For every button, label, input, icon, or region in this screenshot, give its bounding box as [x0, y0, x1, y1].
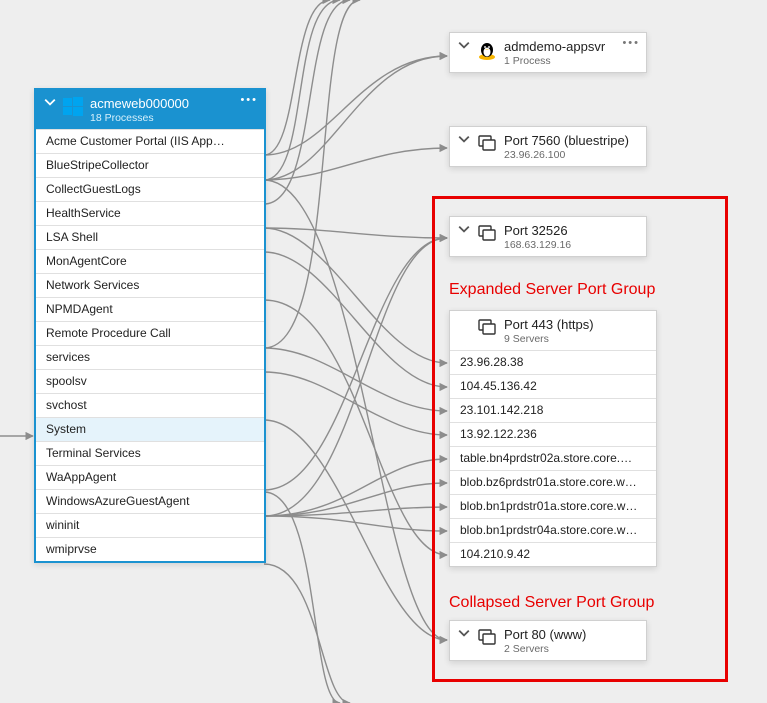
- annotation-expanded: Expanded Server Port Group: [449, 281, 655, 299]
- node-subtitle: 1 Process: [504, 55, 638, 68]
- process-row[interactable]: Terminal Services: [36, 441, 264, 465]
- node-title: Port 443 (https): [504, 317, 648, 333]
- process-row[interactable]: svchost: [36, 393, 264, 417]
- server-row[interactable]: blob.bn1prdstr01a.store.core.w…: [450, 494, 656, 518]
- windows-icon: [62, 96, 84, 118]
- more-icon[interactable]: •••: [240, 94, 258, 106]
- process-row[interactable]: spoolsv: [36, 369, 264, 393]
- process-row[interactable]: WaAppAgent: [36, 465, 264, 489]
- node-title: admdemo-appsvr: [504, 39, 638, 55]
- server-row[interactable]: 104.210.9.42: [450, 542, 656, 566]
- process-row[interactable]: MonAgentCore: [36, 249, 264, 273]
- chevron-down-icon: [458, 39, 474, 53]
- node-header[interactable]: Port 7560 (bluestripe) 23.96.26.100: [450, 127, 646, 166]
- node-header[interactable]: admdemo-appsvr 1 Process •••: [450, 33, 646, 72]
- server-row[interactable]: 23.96.28.38: [450, 350, 656, 374]
- node-acmeweb[interactable]: acmeweb000000 18 Processes ••• Acme Cust…: [34, 88, 266, 563]
- node-title: acmeweb000000: [90, 96, 256, 112]
- process-row[interactable]: Remote Procedure Call: [36, 321, 264, 345]
- server-row[interactable]: 13.92.122.236: [450, 422, 656, 446]
- node-port-32526[interactable]: Port 32526 168.63.129.16: [449, 216, 647, 257]
- node-header[interactable]: acmeweb000000 18 Processes •••: [36, 90, 264, 129]
- server-group-icon: [476, 133, 498, 155]
- node-port-80[interactable]: Port 80 (www) 2 Servers: [449, 620, 647, 661]
- node-admdemo-appsvr[interactable]: admdemo-appsvr 1 Process •••: [449, 32, 647, 73]
- node-subtitle: 18 Processes: [90, 112, 256, 125]
- process-row[interactable]: wininit: [36, 513, 264, 537]
- node-subtitle: 23.96.26.100: [504, 149, 638, 162]
- node-port-443[interactable]: Port 443 (https) 9 Servers 23.96.28.3810…: [449, 310, 657, 567]
- chevron-down-icon: [458, 223, 474, 237]
- node-port-7560[interactable]: Port 7560 (bluestripe) 23.96.26.100: [449, 126, 647, 167]
- server-row[interactable]: 23.101.142.218: [450, 398, 656, 422]
- process-row[interactable]: System: [36, 417, 264, 441]
- chevron-down-icon: [458, 133, 474, 147]
- process-row[interactable]: BlueStripeCollector: [36, 153, 264, 177]
- server-group-icon: [476, 627, 498, 649]
- process-row[interactable]: NPMDAgent: [36, 297, 264, 321]
- process-row[interactable]: HealthService: [36, 201, 264, 225]
- process-row[interactable]: Acme Customer Portal (IIS App…: [36, 129, 264, 153]
- server-group-icon: [476, 223, 498, 245]
- node-title: Port 7560 (bluestripe): [504, 133, 638, 149]
- process-row[interactable]: LSA Shell: [36, 225, 264, 249]
- server-group-icon: [476, 317, 498, 339]
- server-row[interactable]: 104.45.136.42: [450, 374, 656, 398]
- node-title: Port 32526: [504, 223, 638, 239]
- node-subtitle: 168.63.129.16: [504, 239, 638, 252]
- node-subtitle: 9 Servers: [504, 333, 648, 346]
- linux-icon: [476, 39, 498, 61]
- node-title: Port 80 (www): [504, 627, 638, 643]
- more-icon[interactable]: •••: [622, 37, 640, 49]
- server-row[interactable]: table.bn4prdstr02a.store.core.…: [450, 446, 656, 470]
- server-list: 23.96.28.38104.45.136.4223.101.142.21813…: [450, 350, 656, 566]
- process-row[interactable]: WindowsAzureGuestAgent: [36, 489, 264, 513]
- node-header[interactable]: Port 32526 168.63.129.16: [450, 217, 646, 256]
- chevron-down-icon: [458, 627, 474, 641]
- process-list: Acme Customer Portal (IIS App…BlueStripe…: [36, 129, 264, 561]
- node-header[interactable]: Port 443 (https) 9 Servers: [450, 311, 656, 350]
- server-row[interactable]: blob.bz6prdstr01a.store.core.w…: [450, 470, 656, 494]
- process-row[interactable]: wmiprvse: [36, 537, 264, 561]
- node-subtitle: 2 Servers: [504, 643, 638, 656]
- chevron-down-icon: [44, 96, 60, 110]
- process-row[interactable]: services: [36, 345, 264, 369]
- process-row[interactable]: Network Services: [36, 273, 264, 297]
- node-header[interactable]: Port 80 (www) 2 Servers: [450, 621, 646, 660]
- server-row[interactable]: blob.bn1prdstr04a.store.core.w…: [450, 518, 656, 542]
- process-row[interactable]: CollectGuestLogs: [36, 177, 264, 201]
- annotation-collapsed: Collapsed Server Port Group: [449, 594, 654, 612]
